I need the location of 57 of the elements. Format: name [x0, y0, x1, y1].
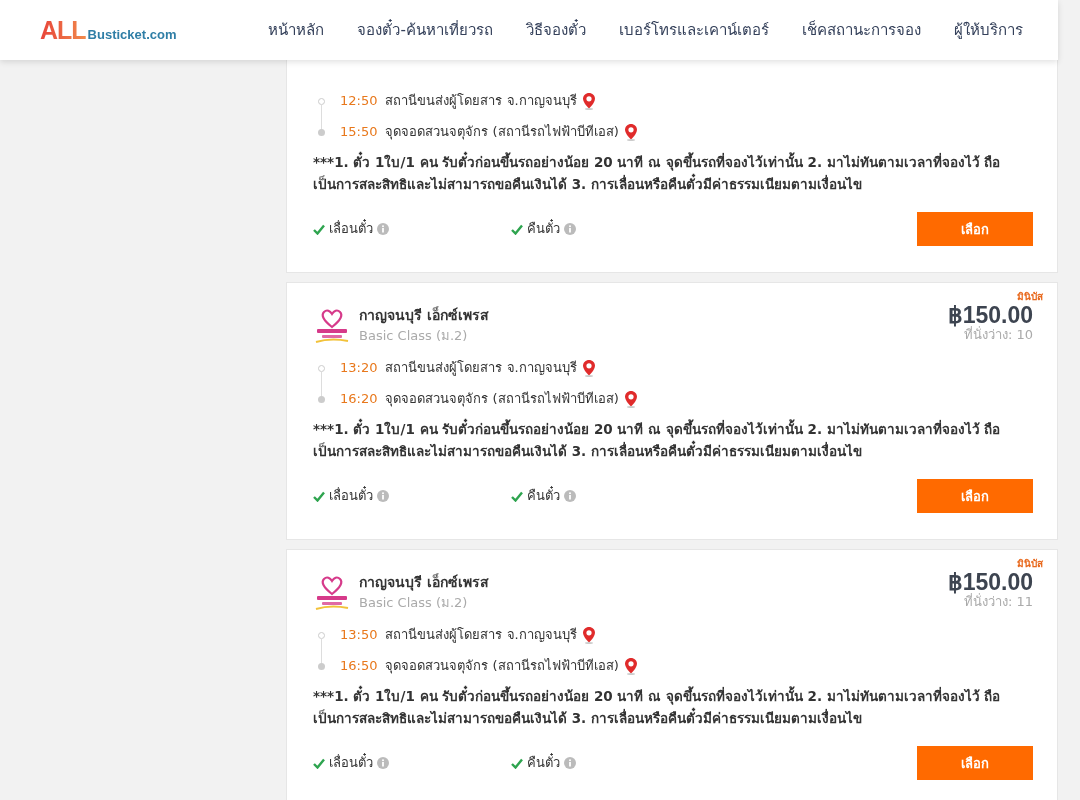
info-icon[interactable]	[564, 490, 576, 502]
stop-name: จุดจอดสวนจตุจักร (สถานีรถไฟฟ้าบีทีเอส)	[385, 657, 619, 675]
info-icon[interactable]	[564, 223, 576, 235]
bus-type-label: มินิบัส	[1017, 290, 1043, 304]
stop-name: สถานีขนส่งผู้โดยสาร จ.กาญจนบุรี	[385, 626, 577, 644]
route-line	[321, 371, 322, 397]
info-icon[interactable]	[564, 757, 576, 769]
feature-label: คืนตั๋ว	[527, 754, 560, 772]
stop-name: สถานีขนส่งผู้โดยสาร จ.กาญจนบุรี	[385, 359, 577, 377]
seats-available: ที่นั่งว่าง: 11	[963, 593, 1033, 611]
bus-class: Basic Class (ม.2)	[359, 326, 469, 345]
departure-time: 16:20	[340, 390, 378, 408]
departure-time: 15:50	[340, 123, 378, 141]
route-line	[321, 638, 322, 664]
feature-label: เลื่อนตั๋ว	[329, 754, 373, 772]
stop-dot	[318, 97, 325, 105]
location-pin-icon	[624, 123, 637, 141]
stop-dot	[318, 662, 325, 670]
feature-label: เลื่อนตั๋ว	[329, 487, 373, 505]
departure-time: 16:50	[340, 657, 378, 675]
ticket-conditions: ***1. ตั๋ว 1ใบ/1 คน รับตั๋วก่อนขึ้นรถอย่างน้อย 20 นาที ณ จุดขึ้นรถที่จองไว้เท่านั้น 2. มาไม่ทันตามเวลาที่จองไว้ ถือเป็นการสละสิทธิและไม่สามารถขอคืนเงินได้ 3. การเลื่อนหรือคืนตั๋วมีค่าธรรมเนียมตามเงื่อนไข	[313, 418, 1033, 462]
feature-label: คืนตั๋ว	[527, 220, 560, 238]
departure-time: 13:50	[340, 626, 378, 644]
operator-name: กาญจนบุรี เอ็กซ์เพรส	[359, 305, 490, 324]
stop-name: จุดจอดสวนจตุจักร (สถานีรถไฟฟ้าบีทีเอส)	[385, 390, 619, 408]
bus-class: Basic Class (ม.2)	[359, 593, 469, 612]
operator-name: กาญจนบุรี เอ็กซ์เพรส	[359, 572, 490, 591]
stop-dot	[318, 364, 325, 372]
site-logo[interactable]: ALLBusticket.com	[40, 15, 177, 45]
info-icon[interactable]	[377, 223, 389, 235]
location-pin-icon	[624, 390, 637, 408]
seats-available: ที่นั่งว่าง: 10	[963, 326, 1033, 344]
route-line	[321, 104, 322, 130]
nav-link[interactable]: หน้าหลัก	[268, 18, 325, 42]
stop-name: สถานีขนส่งผู้โดยสาร จ.กาญจนบุรี	[385, 92, 577, 110]
ticket-conditions: ***1. ตั๋ว 1ใบ/1 คน รับตั๋วก่อนขึ้นรถอย่างน้อย 20 นาที ณ จุดขึ้นรถที่จองไว้เท่านั้น 2. มาไม่ทันตามเวลาที่จองไว้ ถือเป็นการสละสิทธิและไม่สามารถขอคืนเงินได้ 3. การเลื่อนหรือคืนตั๋วมีค่าธรรมเนียมตามเงื่อนไข	[313, 151, 1033, 195]
nav-link[interactable]: วิธีจองตั๋ว	[525, 18, 586, 42]
nav-link[interactable]: เบอร์โทรและเคาน์เตอร์	[618, 18, 769, 42]
location-pin-icon	[582, 359, 595, 377]
feature-label: เลื่อนตั๋ว	[329, 220, 373, 238]
stop-dot	[318, 395, 325, 403]
info-icon[interactable]	[377, 490, 389, 502]
stop-dot	[318, 128, 325, 136]
nav-link[interactable]: เช็คสถานะการจอง	[801, 18, 921, 42]
stop-dot	[318, 631, 325, 639]
stop-name: จุดจอดสวนจตุจักร (สถานีรถไฟฟ้าบีทีเอส)	[385, 123, 619, 141]
info-icon[interactable]	[377, 757, 389, 769]
bus-type-label: มินิบัส	[1017, 557, 1043, 571]
location-pin-icon	[624, 657, 637, 675]
nav-link[interactable]: จองตั๋ว-ค้นหาเที่ยวรถ	[357, 18, 493, 42]
departure-time: 12:50	[340, 92, 378, 110]
feature-label: คืนตั๋ว	[527, 487, 560, 505]
location-pin-icon	[582, 92, 595, 110]
ticket-conditions: ***1. ตั๋ว 1ใบ/1 คน รับตั๋วก่อนขึ้นรถอย่างน้อย 20 นาที ณ จุดขึ้นรถที่จองไว้เท่านั้น 2. มาไม่ทันตามเวลาที่จองไว้ ถือเป็นการสละสิทธิและไม่สามารถขอคืนเงินได้ 3. การเลื่อนหรือคืนตั๋วมีค่าธรรมเนียมตามเงื่อนไข	[313, 685, 1033, 729]
departure-time: 13:20	[340, 359, 378, 377]
location-pin-icon	[582, 626, 595, 644]
nav-link[interactable]: ผู้ให้บริการ	[953, 18, 1023, 42]
